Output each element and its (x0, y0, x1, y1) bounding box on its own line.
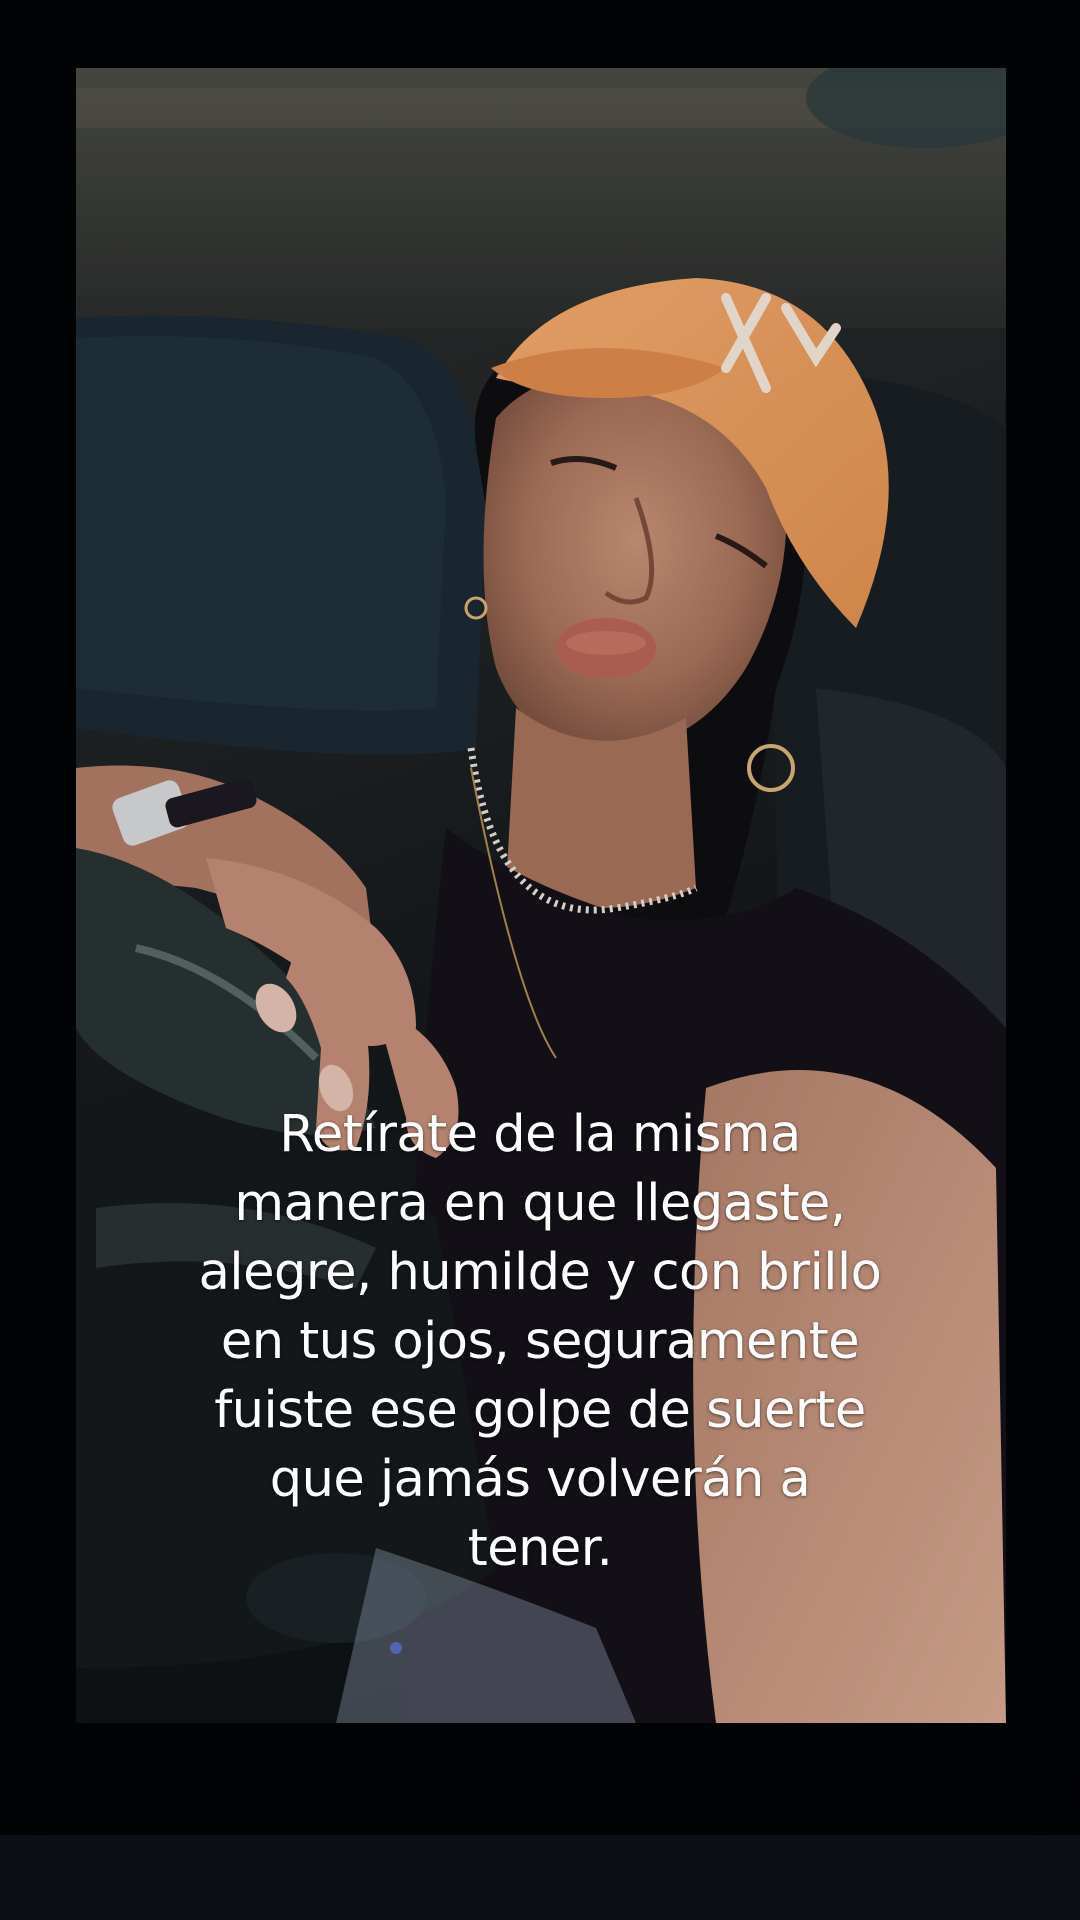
bottom-bar (0, 1835, 1080, 1920)
story-card[interactable]: Retírate de la misma manera en que llega… (0, 0, 1080, 1835)
story-screen: Retírate de la misma manera en que llega… (0, 0, 1080, 1920)
story-caption: Retírate de la misma manera en que llega… (198, 1105, 882, 1578)
